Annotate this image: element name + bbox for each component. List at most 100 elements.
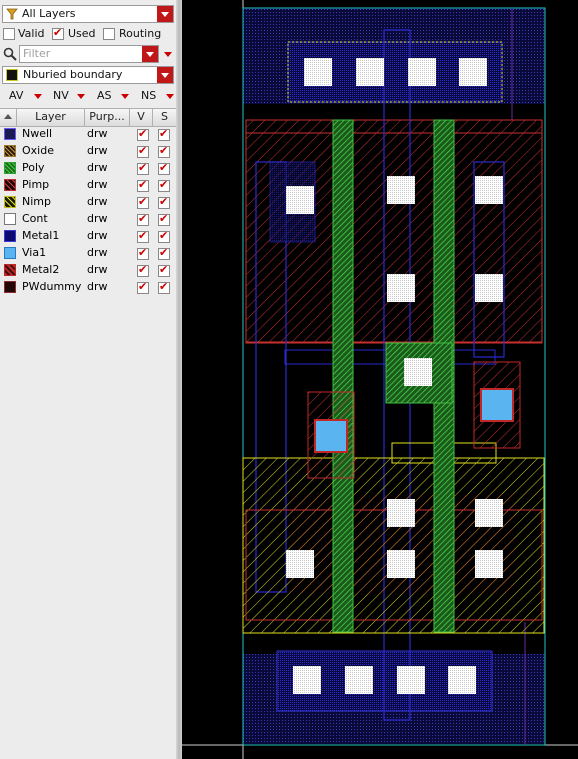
visibility-toggles-row: AV NV AS NS <box>0 88 176 104</box>
pimp-swatch <box>4 179 16 191</box>
chevron-down-icon[interactable] <box>157 6 173 22</box>
layout-canvas[interactable] <box>182 0 578 759</box>
contact <box>404 358 432 386</box>
layer-purpose: drw <box>87 229 108 242</box>
layer-name: Metal2 <box>22 263 60 276</box>
visible-checkbox[interactable] <box>137 263 149 277</box>
contact <box>387 499 415 527</box>
oxide-swatch <box>4 145 16 157</box>
nimp-swatch <box>4 196 16 208</box>
chevron-down-icon[interactable] <box>157 67 173 83</box>
visible-checkbox[interactable] <box>137 161 149 175</box>
current-layer-name: Nburied boundary <box>23 68 123 81</box>
visible-checkbox[interactable] <box>137 280 149 294</box>
contact <box>293 666 321 694</box>
layer-name: Cont <box>22 212 48 225</box>
layer-row-nimp[interactable]: Nimp drw <box>0 194 176 211</box>
layer-name: Pimp <box>22 178 50 191</box>
column-header-layer[interactable]: Layer <box>17 109 85 126</box>
selectable-checkbox[interactable] <box>158 144 170 158</box>
selectable-checkbox[interactable] <box>158 195 170 209</box>
layer-name: Via1 <box>22 246 47 259</box>
layer-purpose: drw <box>87 246 108 259</box>
chevron-down-icon[interactable] <box>164 52 172 57</box>
chevron-down-icon[interactable] <box>166 94 174 99</box>
used-checkbox[interactable] <box>52 26 64 40</box>
used-label: Used <box>68 27 96 40</box>
nwell-swatch <box>4 128 16 140</box>
layer-row-metal1[interactable]: Metal1 drw <box>0 228 176 245</box>
selectable-checkbox[interactable] <box>158 263 170 277</box>
contact <box>345 666 373 694</box>
visible-checkbox[interactable] <box>137 127 149 141</box>
layer-purpose: drw <box>87 161 108 174</box>
visible-checkbox[interactable] <box>137 144 149 158</box>
layer-row-poly[interactable]: Poly drw <box>0 160 176 177</box>
contact <box>475 550 503 578</box>
contact <box>448 666 476 694</box>
toggle-none-visible[interactable]: NV <box>53 89 69 102</box>
toggle-all-selectable[interactable]: AS <box>97 89 112 102</box>
layer-name: Oxide <box>22 144 54 157</box>
selectable-checkbox[interactable] <box>158 212 170 226</box>
column-header-selectable[interactable]: S <box>153 109 176 126</box>
selectable-checkbox[interactable] <box>158 161 170 175</box>
sort-up-icon[interactable] <box>0 109 17 126</box>
layer-filter-select[interactable]: All Layers <box>2 5 174 23</box>
selectable-checkbox[interactable] <box>158 178 170 192</box>
layer-search-input[interactable]: Filter <box>19 45 159 63</box>
valid-checkbox[interactable] <box>3 28 15 40</box>
search-placeholder: Filter <box>23 47 51 60</box>
toggle-all-visible[interactable]: AV <box>9 89 23 102</box>
poly-swatch <box>4 162 16 174</box>
filter-options-row: Valid Used Routing <box>0 26 176 42</box>
visible-checkbox[interactable] <box>137 229 149 243</box>
contact <box>304 58 332 86</box>
metal1-swatch <box>4 230 16 242</box>
current-layer-select[interactable]: Nburied boundary <box>2 66 174 84</box>
layer-row-cont[interactable]: Cont drw <box>0 211 176 228</box>
column-header-visible[interactable]: V <box>130 109 153 126</box>
selectable-checkbox[interactable] <box>158 229 170 243</box>
layer-purpose: drw <box>87 127 108 140</box>
contact <box>286 550 314 578</box>
layer-table-header: Layer Purp... V S <box>0 108 176 127</box>
contact <box>475 274 503 302</box>
contact <box>286 186 314 214</box>
layer-palette-panel: All Layers Valid Used Routing Filter Nbu… <box>0 0 176 759</box>
contact <box>387 176 415 204</box>
routing-label: Routing <box>119 27 162 40</box>
layer-row-pwdummy[interactable]: PWdummy drw <box>0 279 176 296</box>
contact <box>387 274 415 302</box>
layer-row-metal2[interactable]: Metal2 drw <box>0 262 176 279</box>
layer-filter-value: All Layers <box>22 7 76 20</box>
layer-row-pimp[interactable]: Pimp drw <box>0 177 176 194</box>
via1-swatch <box>4 247 16 259</box>
selectable-checkbox[interactable] <box>158 246 170 260</box>
layer-name: Nimp <box>22 195 51 208</box>
routing-checkbox[interactable] <box>103 28 115 40</box>
search-options-icon[interactable] <box>142 46 158 62</box>
filter-icon <box>6 8 18 23</box>
toggle-none-selectable[interactable]: NS <box>141 89 156 102</box>
contact <box>397 666 425 694</box>
layer-name: Poly <box>22 161 45 174</box>
selectable-checkbox[interactable] <box>158 127 170 141</box>
visible-checkbox[interactable] <box>137 212 149 226</box>
layer-row-via1[interactable]: Via1 drw <box>0 245 176 262</box>
column-header-purpose[interactable]: Purp... <box>85 109 130 126</box>
layer-purpose: drw <box>87 195 108 208</box>
visible-checkbox[interactable] <box>137 195 149 209</box>
visible-checkbox[interactable] <box>137 246 149 260</box>
contact <box>356 58 384 86</box>
visible-checkbox[interactable] <box>137 178 149 192</box>
layer-row-oxide[interactable]: Oxide drw <box>0 143 176 160</box>
layer-row-nwell[interactable]: Nwell drw <box>0 126 176 143</box>
current-layer-swatch <box>6 69 18 81</box>
search-icon <box>3 47 17 64</box>
selectable-checkbox[interactable] <box>158 280 170 294</box>
chevron-down-icon[interactable] <box>121 94 129 99</box>
chevron-down-icon[interactable] <box>34 94 42 99</box>
chevron-down-icon[interactable] <box>77 94 85 99</box>
metal2-swatch <box>4 264 16 276</box>
